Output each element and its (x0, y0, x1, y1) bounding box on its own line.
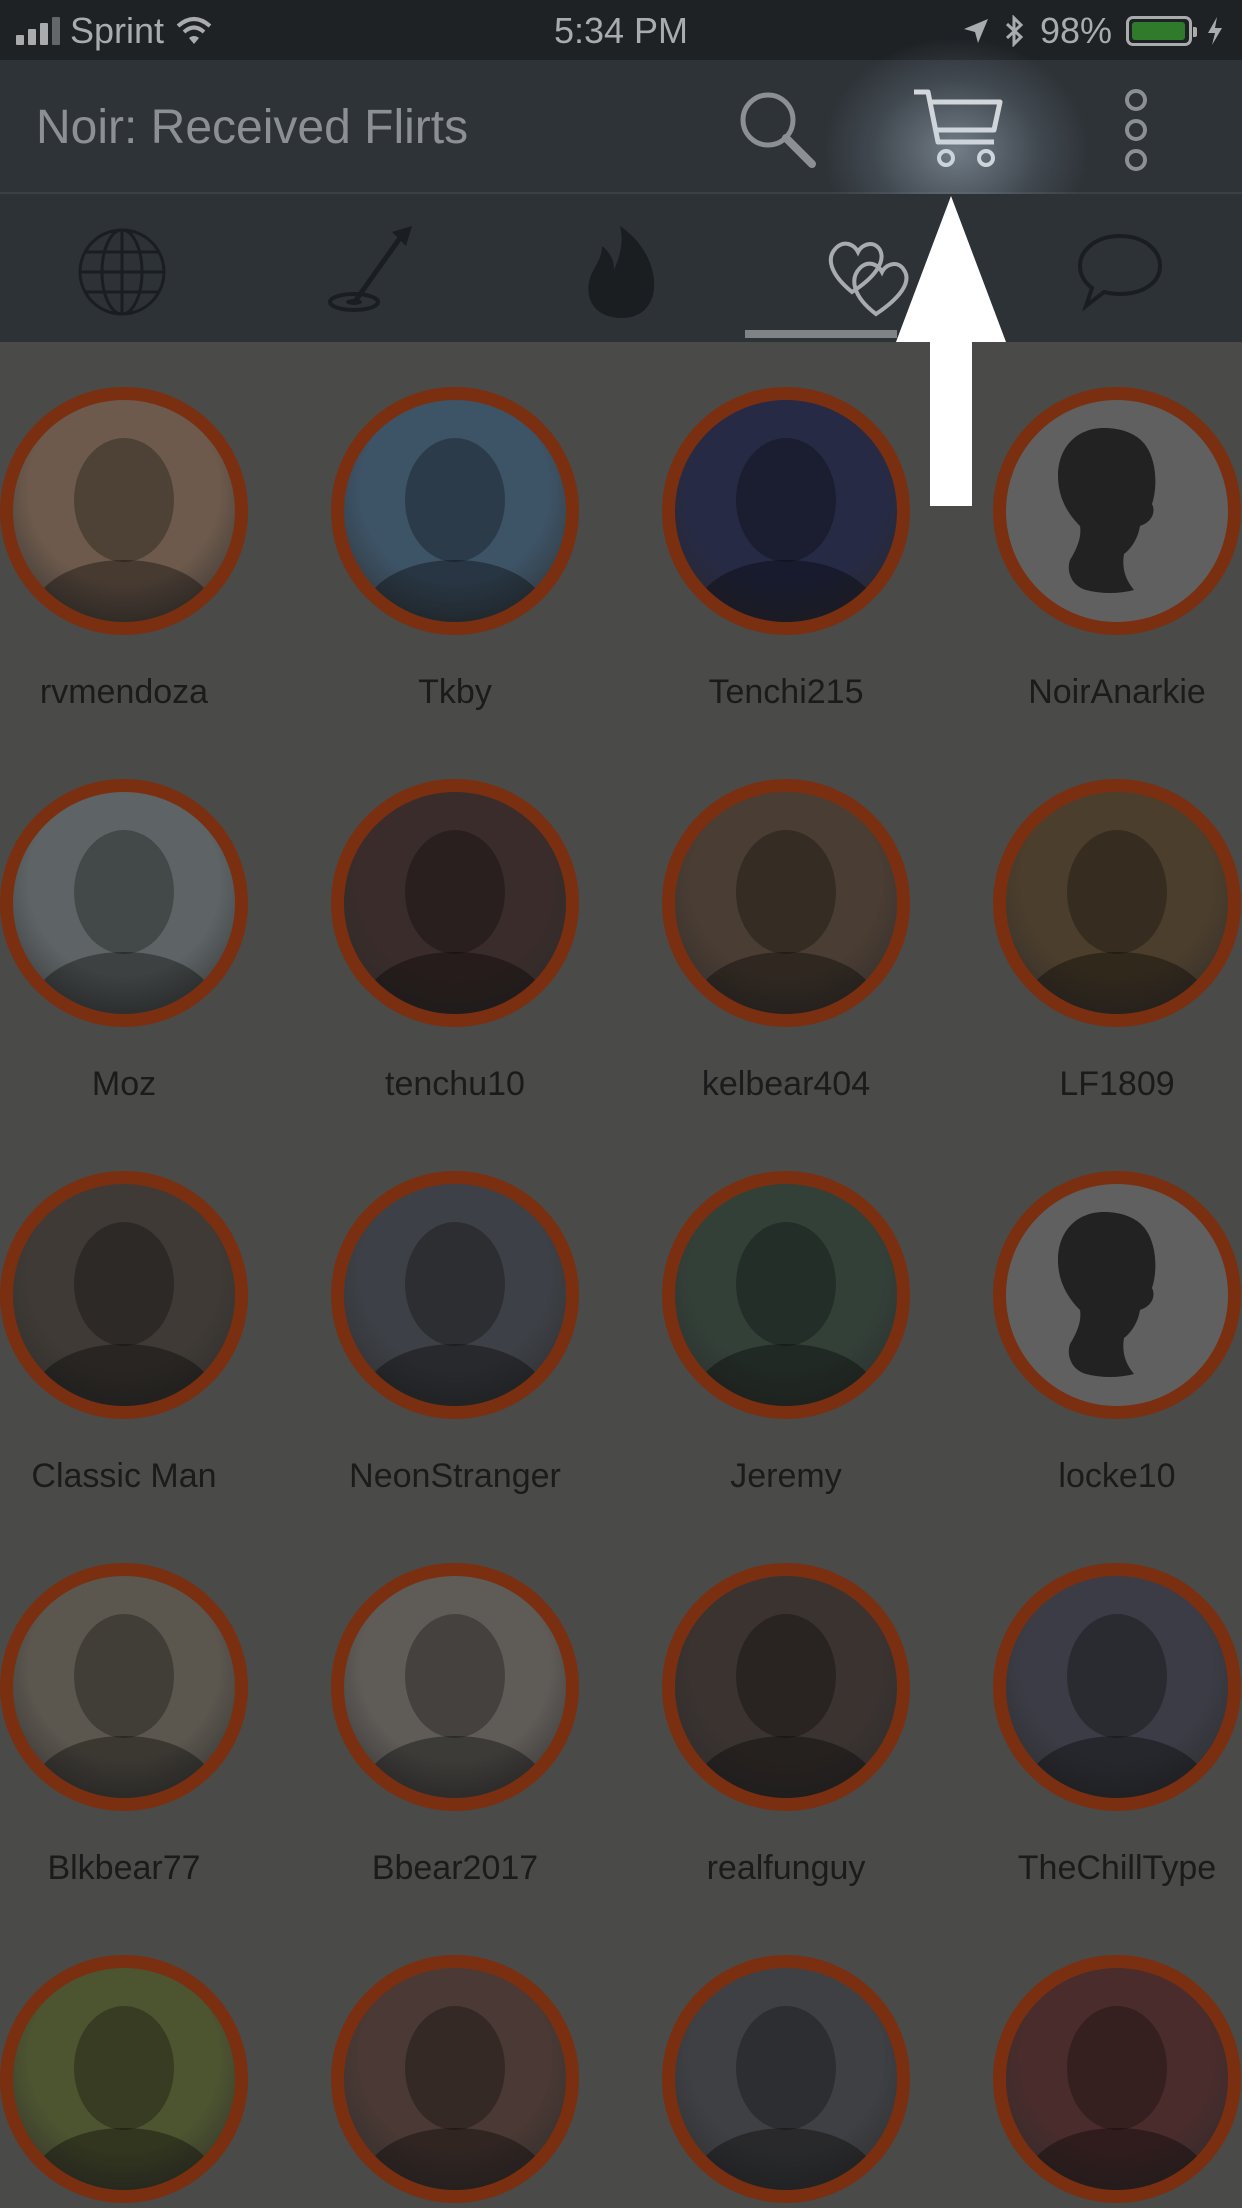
target-dart-icon (328, 226, 412, 312)
profile-photo (694, 1614, 878, 1798)
user-avatar[interactable] (993, 387, 1241, 635)
username-label: NeonStranger (349, 1457, 561, 1495)
user-avatar[interactable] (331, 387, 579, 635)
default-profile-silhouette-icon (1058, 428, 1156, 593)
profile-photo (32, 438, 216, 622)
username-label: Tkby (418, 673, 492, 711)
username-label: Blkbear77 (47, 1849, 201, 1887)
username-label: Jeremy (730, 1457, 842, 1495)
username-label: LF1809 (1059, 1065, 1175, 1103)
profile-photo (694, 1222, 878, 1406)
profile-photo (363, 438, 547, 622)
profile-photo (32, 1222, 216, 1406)
profile-photo (1025, 2006, 1209, 2190)
username-label: Tenchi215 (708, 673, 864, 711)
status-bar: Sprint 5:34 PM 98% (0, 0, 1242, 60)
tab-hot[interactable] (572, 222, 672, 322)
user-avatar[interactable] (331, 1955, 579, 2203)
profile-photo (1025, 1614, 1209, 1798)
username-label: realfunguy (706, 1849, 866, 1887)
battery-percent: 98% (1039, 10, 1112, 51)
app-header: Noir: Received Flirts (0, 60, 1242, 194)
username-label: locke10 (1058, 1457, 1176, 1495)
user-avatar[interactable] (662, 1955, 910, 2203)
user-avatar[interactable] (662, 779, 910, 1027)
status-right: 98% (962, 10, 1224, 52)
search-icon[interactable] (728, 80, 828, 180)
username-label: NoirAnarkie (1028, 673, 1206, 711)
profile-photo (363, 830, 547, 1014)
user-avatar[interactable] (331, 779, 579, 1027)
user-avatar[interactable] (662, 1171, 910, 1419)
profile-photo (363, 1614, 547, 1798)
pointer-arrow (896, 196, 1006, 506)
username-label: Classic Man (31, 1457, 217, 1495)
chat-bubble-icon (1077, 233, 1163, 312)
profile-photo (694, 438, 878, 622)
profile-photo (32, 2006, 216, 2190)
cart-icon[interactable] (908, 80, 1008, 180)
battery-icon (1126, 16, 1197, 46)
user-avatar[interactable] (0, 1955, 248, 2203)
profile-photo (694, 2006, 878, 2190)
username-label: TheChillType (1017, 1849, 1217, 1887)
tab-bar (0, 194, 1242, 342)
user-avatar[interactable] (331, 1563, 579, 1811)
username-label: Moz (91, 1065, 157, 1103)
user-avatar[interactable] (993, 1563, 1241, 1811)
bluetooth-icon (1005, 15, 1024, 47)
fire-icon (588, 226, 655, 318)
user-avatar[interactable] (662, 1563, 910, 1811)
default-profile-silhouette-icon (1058, 1212, 1156, 1377)
user-avatar[interactable] (331, 1171, 579, 1419)
user-avatar[interactable] (662, 387, 910, 635)
page-title: Noir: Received Flirts (36, 101, 469, 154)
tab-chat[interactable] (1070, 222, 1170, 322)
username-label: kelbear404 (701, 1065, 871, 1103)
charging-bolt-icon (1208, 17, 1222, 45)
more-vert-icon[interactable] (1086, 80, 1186, 180)
tab-target[interactable] (322, 222, 422, 322)
profile-photo (694, 830, 878, 1014)
username-label: Bbear2017 (371, 1849, 539, 1887)
user-avatar[interactable] (993, 779, 1241, 1027)
profile-photo (1025, 830, 1209, 1014)
user-avatar[interactable] (993, 1955, 1241, 2203)
location-arrow-icon (963, 19, 988, 43)
profile-photo (363, 1222, 547, 1406)
tab-globe[interactable] (72, 222, 172, 322)
user-avatar[interactable] (0, 779, 248, 1027)
profile-photo (32, 1614, 216, 1798)
username-label: rvmendoza (39, 673, 209, 711)
username-label: tenchu10 (385, 1065, 525, 1103)
user-avatar[interactable] (993, 1171, 1241, 1419)
profile-photo (32, 830, 216, 1014)
user-avatar[interactable] (0, 387, 248, 635)
user-avatar[interactable] (0, 1563, 248, 1811)
selected-tab-indicator (745, 330, 897, 338)
profile-photo (363, 2006, 547, 2190)
user-avatar[interactable] (0, 1171, 248, 1419)
globe-icon (78, 228, 166, 316)
